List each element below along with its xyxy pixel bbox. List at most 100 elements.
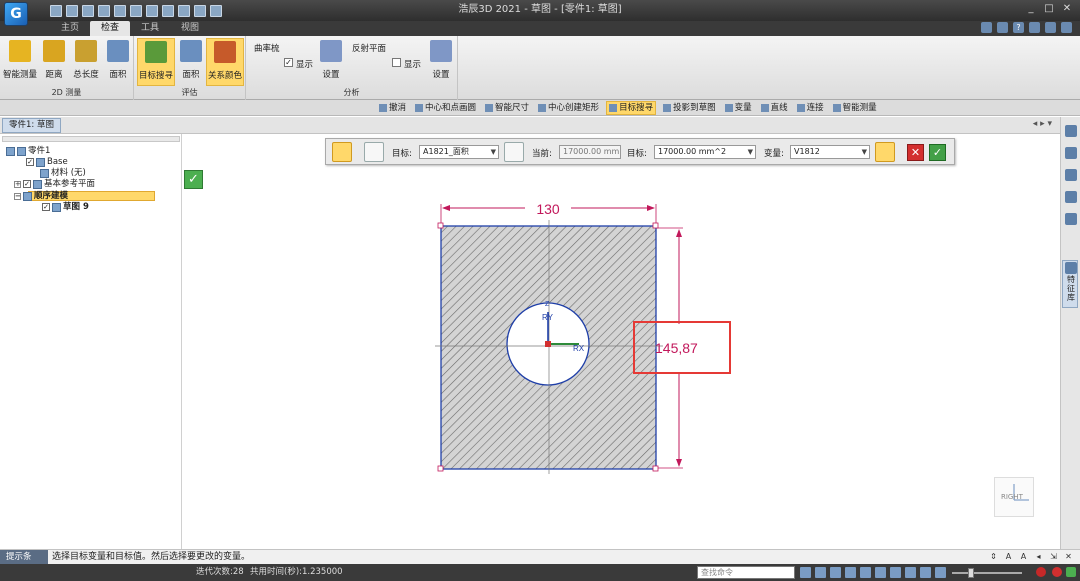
relation-color-button[interactable]: 关系颜色 [206,38,244,86]
tab-tools[interactable]: 工具 [130,21,170,36]
handle-tr[interactable] [652,222,659,229]
cmd-line[interactable]: 直线 [759,101,790,115]
total-length-button[interactable]: 总长度 [70,38,102,86]
view-icon[interactable] [935,567,946,578]
pick-variable-icon[interactable] [875,142,895,162]
command-search-input[interactable]: 查找命令 [697,566,795,579]
panel-scrollbar[interactable] [2,136,180,142]
height-dimension[interactable]: 145,87 [655,340,698,356]
rotate-icon[interactable] [875,567,886,578]
base-checkbox[interactable]: ✓ [26,158,34,166]
cmd-connect[interactable]: 连接 [795,101,826,115]
scroll-icon[interactable]: ⇕ [988,551,999,563]
cmd-project-to-sketch[interactable]: 投影到草图 [661,101,718,115]
undo-icon[interactable] [114,5,126,17]
zoom-slider-thumb[interactable] [968,568,974,578]
help-doc-icon[interactable] [1065,125,1077,137]
zoom-icon[interactable] [830,567,841,578]
goal-seek-options-icon[interactable] [364,142,384,162]
grid-icon[interactable] [1065,213,1077,225]
tree-item-base[interactable]: ✓ Base [26,157,68,167]
reflect-show-checkbox[interactable] [392,58,401,67]
minimize-doc-icon[interactable] [1029,22,1040,33]
app-logo[interactable]: G [4,2,28,26]
cmd-variables[interactable]: 变量 [723,101,754,115]
tab-view[interactable]: 视图 [170,21,210,36]
pointer-icon[interactable] [210,5,222,17]
restore-doc-icon[interactable] [1045,22,1056,33]
arrow-icon[interactable] [800,567,811,578]
cmd-smart-measure[interactable]: 智能测量 [831,101,879,115]
goal-seek-step-icon[interactable] [332,142,352,162]
shading-icon[interactable] [905,567,916,578]
cmd-goal-seek[interactable]: 目标搜寻 [606,101,657,115]
layout-icon[interactable] [146,5,158,17]
variable-select[interactable]: V1812 ▼ [790,145,870,159]
smart-measure-button[interactable]: 智能测量 [2,38,38,86]
display-icon[interactable] [920,567,931,578]
speaker-icon[interactable]: ◂ [1033,551,1044,563]
document-tab[interactable]: 零件1: 草图 [2,118,61,133]
unpin-icon[interactable]: ⇲ [1048,551,1059,563]
expand-icon[interactable]: + [14,180,21,188]
handle-br[interactable] [652,465,659,472]
tree-item-ordered[interactable]: − 顺序建模 [14,191,68,201]
ref-planes-checkbox[interactable]: ✓ [23,180,31,188]
handle-bl[interactable] [437,465,444,472]
curvature-show-checkbox[interactable]: ✓ [284,58,293,67]
cmd-undo[interactable]: 撤消 [377,101,408,115]
handle-tl[interactable] [437,222,444,229]
redo-icon[interactable] [130,5,142,17]
upload-icon[interactable] [1066,567,1076,577]
tree-item-material[interactable]: 材料 (无) [40,168,86,178]
people-icon[interactable] [1065,147,1077,159]
key-icon[interactable] [1065,169,1077,181]
stop-icon[interactable] [1052,567,1062,577]
fit-icon[interactable] [845,567,856,578]
new-file-icon[interactable] [50,5,62,17]
font-smaller-icon[interactable]: A [1018,551,1029,563]
globe-icon[interactable] [194,5,206,17]
layout-2-icon[interactable] [162,5,174,17]
font-larger-icon[interactable]: A [1003,551,1014,563]
area-button[interactable]: 面积 [104,38,132,86]
tree-item-ref-planes[interactable]: + ✓ 基本参考平面 [14,179,95,189]
origin-point[interactable] [545,341,551,347]
minimize-icon[interactable]: _ [1024,2,1038,16]
zoom-area-icon[interactable] [815,567,826,578]
cancel-button[interactable]: ✕ [907,144,924,161]
reflect-settings-button[interactable]: 设置 [428,38,454,86]
save-icon[interactable] [82,5,94,17]
close-icon[interactable]: ✕ [1060,2,1074,16]
target-select[interactable]: A1821_面积 ▼ [419,145,499,159]
tab-scroll-icon[interactable]: ◂ ▸ ▾ [1033,119,1052,129]
help-icon[interactable]: ? [1013,22,1024,33]
open-file-icon[interactable] [66,5,78,17]
tab-home[interactable]: 主页 [50,21,90,36]
feature-library-tab[interactable]: 特征库 [1062,260,1078,308]
goal-value-input[interactable]: 17000.00 mm^2 ▼ [654,145,756,159]
distance-button[interactable]: 距离 [40,38,68,86]
view-orient-icon[interactable] [890,567,901,578]
window-icon[interactable] [997,22,1008,33]
lock-icon[interactable] [981,22,992,33]
ok-button[interactable]: ✓ [929,144,946,161]
cmd-smart-dimension[interactable]: 智能尺寸 [483,101,531,115]
cmd-circle[interactable]: 中心和点画圆 [413,101,478,115]
view-cube[interactable]: RIGHT [994,477,1034,517]
print-icon[interactable] [98,5,110,17]
eval-area-button[interactable]: 面积 [178,38,204,86]
goal-seek-button[interactable]: 目标搜寻 [137,38,175,86]
close-doc-icon[interactable] [1061,22,1072,33]
width-dimension[interactable]: 130 [536,201,560,217]
record-icon[interactable] [1036,567,1046,577]
maximize-icon[interactable]: □ [1042,2,1056,16]
collapse-icon[interactable]: − [14,192,21,200]
layers-icon[interactable] [1065,191,1077,203]
cmd-center-rectangle[interactable]: 中心创建矩形 [536,101,601,115]
copy-icon[interactable] [178,5,190,17]
pan-icon[interactable] [860,567,871,578]
sketch-checkbox[interactable]: ✓ [42,203,50,211]
tab-inspect[interactable]: 检查 [90,21,131,36]
prompt-close-icon[interactable]: ✕ [1063,551,1074,563]
